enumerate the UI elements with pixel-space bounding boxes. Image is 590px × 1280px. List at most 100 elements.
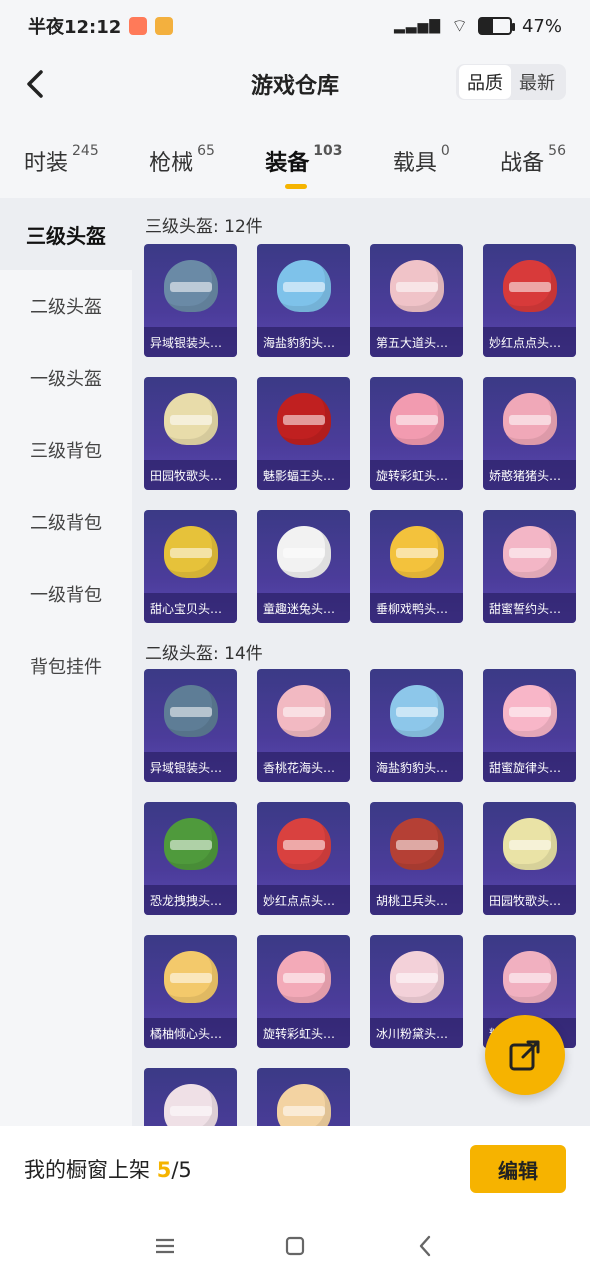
sidebar-item-level1-helmet[interactable]: 一级头盔 (0, 342, 132, 414)
item-card[interactable]: 恐龙拽拽头… (144, 802, 237, 915)
item-card[interactable]: 第五大道头… (370, 244, 463, 357)
helmet-visor (396, 840, 438, 850)
item-name: 异域银装头… (144, 327, 237, 357)
item-card[interactable]: 异域银装头… (144, 669, 237, 782)
tab-fashion[interactable]: 时装 245 (24, 143, 99, 177)
showcase-current: 5 (156, 1158, 172, 1182)
helmet-visor (396, 973, 438, 983)
helmet-visor (283, 282, 325, 292)
item-card[interactable]: 旋转彩虹头… (370, 377, 463, 490)
item-name: 娇憨猪猪头… (483, 460, 576, 490)
status-bar: 半夜12:12 ▂▃▅▇ ⌔ 47% (0, 0, 590, 52)
tab-label: 战备 (500, 151, 545, 176)
header: 游戏仓库 品质 最新 (0, 52, 590, 116)
helmet-visor (170, 282, 212, 292)
item-card[interactable] (144, 1068, 237, 1126)
sort-quality[interactable]: 品质 (459, 65, 511, 99)
tab-label: 枪械 (149, 151, 194, 176)
item-name: 冰川粉黛头… (370, 1018, 463, 1048)
menu-nav-button[interactable] (145, 1226, 185, 1266)
item-card[interactable]: 橘柚倾心头… (144, 935, 237, 1048)
helmet-visor (396, 415, 438, 425)
sidebar-item-level1-backpack[interactable]: 一级背包 (0, 558, 132, 630)
helmet-image (164, 1084, 218, 1126)
showcase-bar: 我的橱窗上架 5/5 编辑 (0, 1126, 590, 1212)
helmet-visor (170, 707, 212, 717)
helmet-visor (509, 415, 551, 425)
sort-latest[interactable]: 最新 (511, 65, 563, 99)
item-card[interactable]: 甜心宝贝头… (144, 510, 237, 623)
showcase-label: 我的橱窗上架 (24, 1158, 150, 1182)
helmet-visor (170, 1106, 212, 1116)
share-icon (509, 1040, 540, 1071)
item-name: 恐龙拽拽头… (144, 885, 237, 915)
item-card[interactable]: 旋转彩虹头… (257, 935, 350, 1048)
item-card[interactable]: 异域银装头… (144, 244, 237, 357)
sidebar-item-level2-helmet[interactable]: 二级头盔 (0, 270, 132, 342)
tab-equipment[interactable]: 装备 103 (265, 143, 343, 189)
helmet-visor (509, 973, 551, 983)
item-name: 海盐豹豹头… (257, 327, 350, 357)
helmet-visor (283, 1106, 325, 1116)
signal-icon: ▂▃▅▇ (393, 18, 442, 34)
back-nav-button[interactable] (405, 1226, 445, 1266)
item-name: 童趣迷兔头… (257, 593, 350, 623)
item-card[interactable]: 魅影蝠王头… (257, 377, 350, 490)
sort-toggle: 品质 最新 (456, 64, 566, 100)
item-card[interactable]: 海盐豹豹头… (370, 669, 463, 782)
wifi-icon: ⌔ (451, 15, 468, 37)
tab-guns[interactable]: 枪械 65 (149, 143, 215, 177)
item-card[interactable] (257, 1068, 350, 1126)
item-card[interactable]: 甜蜜誓约头… (483, 510, 576, 623)
active-tab-indicator (285, 184, 308, 189)
showcase-text: 我的橱窗上架 5/5 (24, 1154, 192, 1184)
item-card[interactable]: 甜蜜旋律头… (483, 669, 576, 782)
helmet-visor (509, 707, 551, 717)
item-card[interactable]: 香桃花海头… (257, 669, 350, 782)
item-card[interactable]: 妙红点点头… (483, 244, 576, 357)
sidebar-item-level2-backpack[interactable]: 二级背包 (0, 486, 132, 558)
section-title: 二级头盔: 14件 (145, 644, 263, 664)
app-notification-icon (129, 17, 148, 35)
helmet-visor (170, 415, 212, 425)
helmet-visor (170, 973, 212, 983)
helmet-visor (283, 973, 325, 983)
home-nav-button[interactable] (275, 1226, 315, 1266)
item-name: 魅影蝠王头… (257, 460, 350, 490)
sidebar-item-level3-backpack[interactable]: 三级背包 (0, 414, 132, 486)
item-card[interactable]: 垂柳戏鸭头… (370, 510, 463, 623)
item-card[interactable]: 田园牧歌头… (144, 377, 237, 490)
battery-icon (477, 17, 515, 35)
item-name: 旋转彩虹头… (257, 1018, 350, 1048)
item-name: 田园牧歌头… (483, 885, 576, 915)
helmet-visor (170, 548, 212, 558)
showcase-total: /5 (171, 1158, 192, 1182)
item-card[interactable]: 海盐豹豹头… (257, 244, 350, 357)
item-name: 第五大道头… (370, 327, 463, 357)
tab-count: 65 (197, 143, 215, 159)
back-arrow-icon (27, 70, 43, 98)
edit-button[interactable]: 编辑 (470, 1145, 566, 1193)
status-time: 半夜12:12 (28, 17, 122, 38)
item-name: 橘柚倾心头… (144, 1018, 237, 1048)
item-name: 田园牧歌头… (144, 460, 237, 490)
tab-vehicles[interactable]: 载具 0 (393, 143, 450, 177)
page-title: 游戏仓库 (250, 74, 339, 99)
battery-percent: 47% (521, 15, 562, 37)
share-fab-button[interactable] (485, 1015, 565, 1095)
item-card[interactable]: 胡桃卫兵头… (370, 802, 463, 915)
system-nav-bar (0, 1212, 590, 1280)
sidebar-item-backpack-charm[interactable]: 背包挂件 (0, 630, 132, 702)
item-card[interactable]: 妙红点点头… (257, 802, 350, 915)
item-card[interactable]: 田园牧歌头… (483, 802, 576, 915)
item-card[interactable]: 冰川粉黛头… (370, 935, 463, 1048)
helmet-visor (283, 707, 325, 717)
sidebar-item-level3-helmet[interactable]: 三级头盔 (0, 198, 132, 270)
tab-gear[interactable]: 战备 56 (500, 143, 566, 177)
helmet-visor (396, 707, 438, 717)
item-card[interactable]: 童趣迷兔头… (257, 510, 350, 623)
back-button[interactable] (16, 64, 56, 104)
tab-count: 56 (548, 143, 566, 159)
helmet-visor (396, 548, 438, 558)
item-card[interactable]: 娇憨猪猪头… (483, 377, 576, 490)
